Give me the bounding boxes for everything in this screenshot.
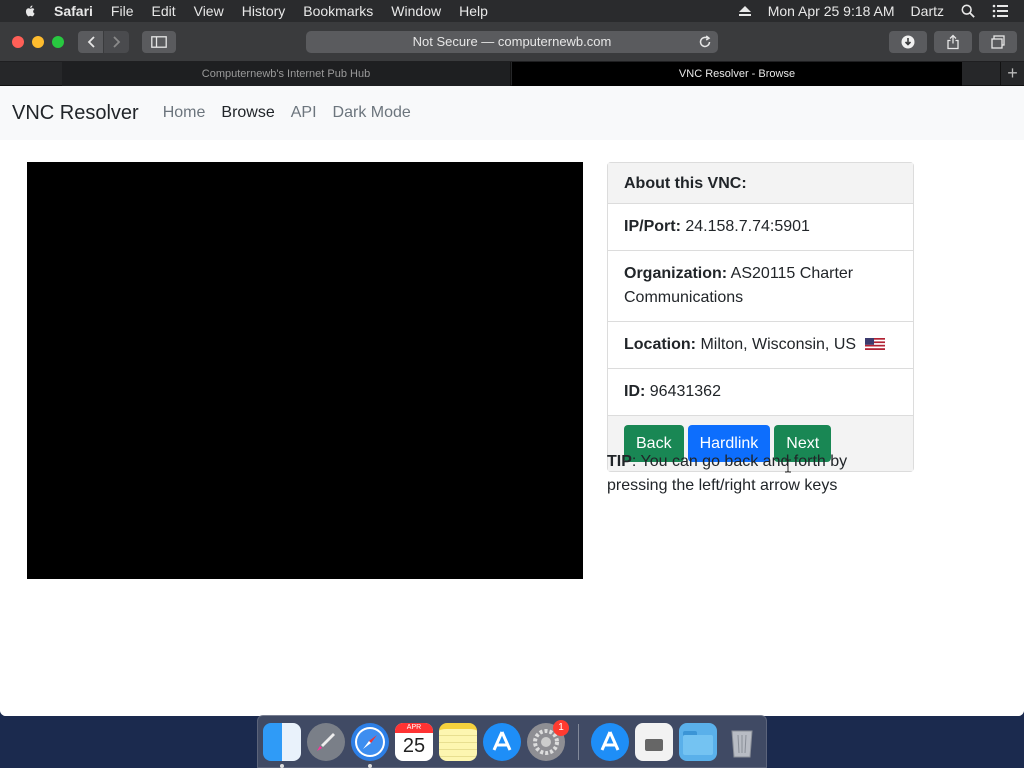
notification-center-icon[interactable] [992,4,1008,18]
location-label: Location: [624,336,696,353]
disk-image-icon[interactable] [635,723,673,761]
safari-icon[interactable] [351,723,389,761]
share-icon [947,34,959,50]
menubar-clock[interactable]: Mon Apr 25 9:18 AM [768,3,895,19]
address-text: Not Secure — computernewb.com [412,34,612,49]
id-label: ID: [624,383,646,400]
calendar-icon[interactable]: APR 25 [395,723,433,761]
show-tabs-button[interactable] [979,31,1017,53]
safari-running-indicator [368,764,372,768]
menu-bar: Safari File Edit View History Bookmarks … [0,0,1024,22]
id-value: 96431362 [649,383,721,400]
forward-button[interactable] [104,31,129,53]
compass-icon [355,727,385,757]
calendar-month: APR [395,723,433,733]
menu-bookmarks[interactable]: Bookmarks [303,3,373,19]
tab-bar: Computernewb's Internet Pub Hub VNC Reso… [0,62,1024,86]
launchpad-icon[interactable] [307,723,345,761]
sidebar-icon [151,36,167,48]
dock-separator [578,724,579,760]
card-header: About this VNC: [608,163,913,204]
organization-label: Organization: [624,265,728,282]
browser-toolbar: Not Secure — computernewb.com [0,22,1024,62]
share-button[interactable] [934,31,972,53]
nav-home[interactable]: Home [163,104,206,122]
calendar-day: 25 [402,735,426,757]
app-store-a-icon [492,731,512,751]
tip-text: TIP: You can go back and forth by pressi… [607,450,907,498]
menu-edit[interactable]: Edit [151,3,175,19]
menu-history[interactable]: History [242,3,286,19]
folder-icon [683,731,713,755]
ip-port-label: IP/Port: [624,218,681,235]
vnc-screenshot [27,162,583,579]
tabs-overview-icon [991,35,1005,49]
ip-port-row: IP/Port: 24.158.7.74:5901 [608,204,913,251]
maximize-window-button[interactable] [52,36,64,48]
tip-body: : You can go back and forth by pressing … [607,453,848,494]
app-store-icon[interactable] [483,723,521,761]
eject-icon[interactable] [738,5,752,17]
dock: APR 25 1 [257,715,767,768]
tab-computernewb-hub[interactable]: Computernewb's Internet Pub Hub [62,62,511,86]
app-store-download-icon[interactable] [591,723,629,761]
address-bar[interactable]: Not Secure — computernewb.com [306,31,718,53]
tab-vnc-resolver[interactable]: VNC Resolver - Browse [512,62,962,86]
web-page: VNC Resolver Home Browse API Dark Mode A… [0,86,1024,716]
sidebar-toggle-button[interactable] [142,31,176,53]
back-button[interactable] [78,31,103,53]
site-navbar: VNC Resolver Home Browse API Dark Mode [0,86,1024,140]
nav-dark-mode[interactable]: Dark Mode [333,104,411,122]
nav-browse[interactable]: Browse [221,104,274,122]
drive-icon [645,739,663,751]
ip-port-value: 24.158.7.74:5901 [685,218,810,235]
notes-icon[interactable] [439,723,477,761]
site-brand[interactable]: VNC Resolver [12,102,139,125]
location-value: Milton, Wisconsin, US [700,336,857,353]
vnc-info-card: About this VNC: IP/Port: 24.158.7.74:590… [607,162,914,472]
text-cursor-icon [785,459,791,473]
browser-window: Not Secure — computernewb.com Computerne… [0,22,1024,716]
menu-window[interactable]: Window [391,3,441,19]
downloads-folder-icon[interactable] [679,723,717,761]
spotlight-search-icon[interactable] [960,4,976,18]
download-icon [901,35,915,49]
reload-icon[interactable] [698,35,712,49]
id-row: ID: 96431362 [608,369,913,416]
new-tab-button[interactable]: + [1000,62,1024,86]
finder-running-indicator [280,764,284,768]
us-flag-icon [864,338,885,350]
chevron-left-icon [87,36,95,48]
chevron-right-icon [112,36,120,48]
apple-icon[interactable] [20,4,40,18]
trash-icon[interactable] [723,723,761,761]
rocket-icon [317,733,335,751]
trash-can-icon [731,730,753,758]
nav-api[interactable]: API [291,104,317,122]
organization-row: Organization: AS20115 Charter Communicat… [608,251,913,322]
location-row: Location: Milton, Wisconsin, US [608,322,913,369]
menu-help[interactable]: Help [459,3,488,19]
app-store-a-icon [600,731,620,751]
menu-view[interactable]: View [194,3,224,19]
tip-label: TIP [607,453,632,470]
menu-app-name[interactable]: Safari [54,3,93,19]
settings-update-badge: 1 [553,720,569,736]
close-window-button[interactable] [12,36,24,48]
downloads-button[interactable] [889,31,927,53]
menu-file[interactable]: File [111,3,134,19]
minimize-window-button[interactable] [32,36,44,48]
menubar-user[interactable]: Dartz [911,3,944,19]
finder-icon[interactable] [263,723,301,761]
